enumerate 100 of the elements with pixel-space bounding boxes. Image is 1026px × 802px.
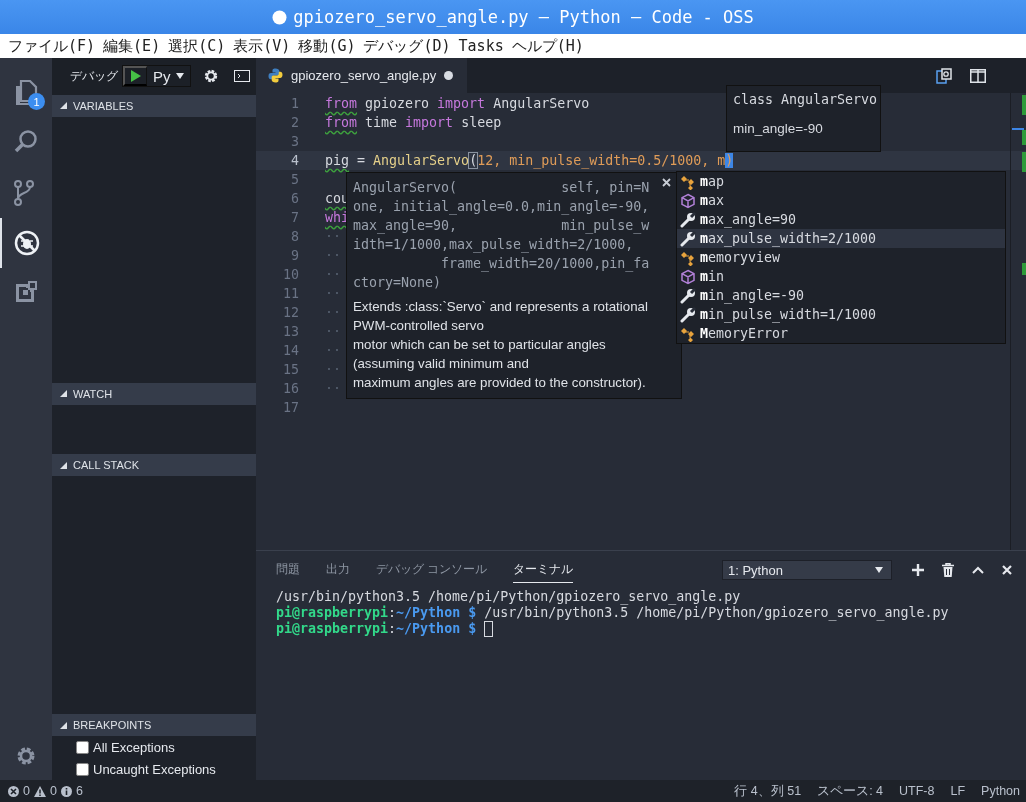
documentation-text: PWM-controlled servo [353,317,485,335]
suggestion-item[interactable]: map [677,172,1005,191]
documentation-text: motor which can be set to particular angles [353,336,607,354]
suggestion-item[interactable]: min [677,267,1005,286]
code-keyword: import [437,96,486,111]
checkbox[interactable] [76,740,89,754]
line-number: 13 [282,324,299,339]
code-text: 12, min_pulse_width=0.5/1000, m [477,153,726,168]
line-number: 4 [290,153,299,168]
section-header[interactable]: WATCH [52,382,256,405]
wrench-icon [680,230,696,247]
line-number: 8 [290,229,299,244]
plus-icon[interactable] [912,564,924,576]
cursor-position[interactable]: 行 4、列 51 [734,782,802,800]
close-icon[interactable] [662,178,671,187]
suggestion-item[interactable]: max_angle=90 [677,210,1005,229]
signature-text: max_angle=90, min_pulse_w [353,217,651,235]
section-header[interactable]: CALL STACK [52,454,256,477]
line-number: 11 [282,286,299,301]
suggestion-item[interactable]: min_angle=-90 [677,286,1005,305]
line-number: 7 [290,210,299,225]
panel-tab[interactable]: 出力 [326,557,350,583]
terminal-icon[interactable] [233,70,250,83]
close-icon[interactable] [1002,565,1012,575]
line-number: 2 [290,115,299,130]
suggestion-item[interactable]: memoryview [677,248,1005,267]
line-number: 17 [282,400,299,415]
whitespace-marker: ·· [325,267,341,282]
class-icon [680,249,696,266]
code-text: ( [469,153,478,168]
chevron-up-icon[interactable] [972,566,984,574]
signature-text: frame_width=20/1000,pin_fa [440,255,651,273]
signature-text: idth=1/1000,max_pulse_width=2/1000, [353,236,635,254]
line-number: 3 [290,134,299,149]
menu-item[interactable]: デバッグ(D) [359,36,455,56]
caret-icon [175,73,184,80]
line-number: 14 [282,343,299,358]
notification-badge: 1 [28,93,45,110]
expanded-triangle-icon [60,102,67,110]
settings-icon[interactable] [202,68,219,85]
whitespace-marker: ·· [325,305,341,320]
editor-tab[interactable]: gpiozero_servo_angle.py [256,58,468,93]
signature-text: AngularServo( self, pin=N [353,179,651,197]
error-icon [8,785,19,797]
wrench-icon [680,287,696,304]
line-number: 1 [290,96,299,111]
menu-item[interactable]: ヘルプ(H) [507,36,588,56]
panel-tab[interactable]: ターミナル [513,557,574,583]
window-title: gpiozero_servo_angle.py — Python — Code - OSS [293,7,754,27]
whitespace-marker: ·· [325,229,341,244]
class-icon [680,173,696,190]
cube-icon [680,268,696,285]
code-text: = [356,153,367,168]
code-text: pig [325,153,350,168]
line-number: 15 [282,362,299,377]
menu-item[interactable]: 移動(G) [294,36,360,56]
start-debugging-button[interactable] [123,66,147,87]
indentation-status[interactable]: スペース: 4 [817,782,884,800]
whitespace-marker: ·· [325,324,341,339]
expanded-triangle-icon [60,461,67,469]
whitespace-marker: ·· [325,362,341,377]
wrench-icon [680,211,696,228]
line-number: 5 [290,172,299,187]
breakpoint-label: Uncaught Exceptions [93,761,216,777]
play-icon [130,70,141,83]
suggestion-item[interactable]: max_pulse_width=2/1000 [677,229,1005,248]
debug-icon[interactable] [13,229,41,257]
terminal-dropdown[interactable]: 1: Python [722,560,892,580]
whitespace-marker: ·· [325,248,341,263]
terminal-cursor [484,621,494,637]
language-mode[interactable]: Python [981,784,1020,798]
split-editor-icon[interactable] [970,68,986,83]
expanded-triangle-icon [60,721,67,729]
panel-tab[interactable]: デバッグ コンソール [376,557,488,583]
code-keyword: from [325,96,358,111]
problems-indicator[interactable]: 0 0 6 [8,784,83,798]
menu-item[interactable]: 表示(V) [229,36,295,56]
signature-text: ctory=None) [353,274,443,292]
code-text: AngularServo [373,153,470,168]
debug-label: デバッグ [70,67,118,85]
menu-item[interactable]: 編集(E) [99,36,165,56]
suggestion-item[interactable]: MemoryError [677,324,1005,343]
menu-item[interactable]: 選択(C) [164,36,230,56]
info-icon [60,785,72,797]
suggestion-item[interactable]: min_pulse_width=1/1000 [677,305,1005,324]
encoding-status[interactable]: UTF-8 [899,784,935,798]
menu-item[interactable]: Tasks [454,37,508,55]
open-preview-icon[interactable] [936,67,952,84]
documentation-text: maximum angles are provided to the constructor). [353,374,647,392]
panel-tab[interactable]: 問題 [276,557,300,583]
checkbox[interactable] [76,762,89,776]
warning-icon [33,785,46,797]
trash-icon[interactable] [942,563,954,577]
line-number: 12 [282,305,299,320]
menu-item[interactable]: ファイル(F) [4,36,100,56]
suggestion-item[interactable]: max [677,191,1005,210]
line-ending-status[interactable]: LF [950,784,966,798]
section-header[interactable]: BREAKPOINTS [52,714,256,736]
section-header[interactable]: VARIABLES [52,94,256,117]
terminal-output: /usr/bin/python3.5 /home/pi/Python/gpiozero_servo_angle.py pi@raspberrypi:~/Python $ /usr/bin/python3.5 /home/pi/Python/gpiozero_servo_angle.py pi@raspberrypi:~/Python $ [275,589,950,637]
